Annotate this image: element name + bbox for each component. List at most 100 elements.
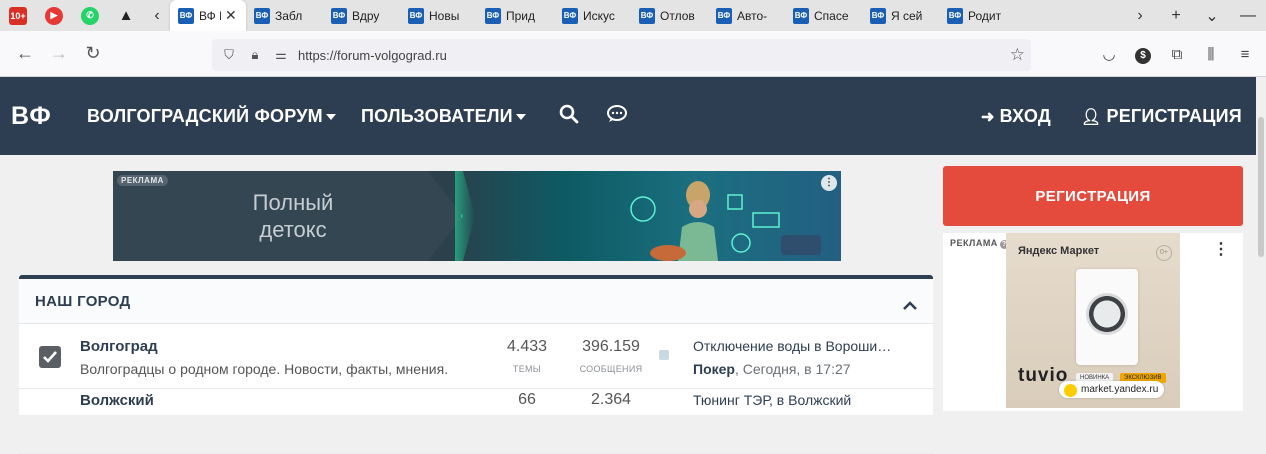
ad-source-link[interactable]: market.yandex.ru [1059, 381, 1165, 398]
pocket-icon[interactable]: ◡ [1092, 45, 1126, 63]
section-header[interactable]: НАШ ГОРОД [19, 279, 933, 324]
site-permissions-icon[interactable]: ⚌ [268, 47, 294, 63]
nav-users[interactable]: ПОЛЬЗОВАТЕЛИ [361, 106, 526, 127]
pinned-tab-whatsapp[interactable]: ✆ [72, 0, 108, 31]
page-scrollbar[interactable] [1256, 77, 1266, 411]
sidebar-ad[interactable]: РЕКЛАМА? Яндекс Маркет 0+ tuvio НОВИНКА … [943, 233, 1243, 411]
age-rating: 0+ [1156, 245, 1172, 261]
tab-title: Забл [275, 8, 303, 23]
tab[interactable]: ВФ Вдру [323, 0, 400, 31]
address-bar[interactable]: ⛉ 🔒︎ ⚌ https://forum-volgograd.ru ☆ [212, 39, 1031, 71]
forum-favicon-icon: ВФ [178, 7, 194, 24]
tab[interactable]: ВФ Прид [477, 0, 554, 31]
last-post-link[interactable]: Тюнинг ТЭР, в Волжский [693, 392, 851, 408]
last-post-link[interactable]: Отключение воды в Вороши… [693, 338, 891, 354]
forum-favicon-icon: ВФ [254, 7, 270, 24]
messages-count: 396.159 [582, 338, 640, 355]
threads-label: ТЕМЫ [512, 364, 542, 374]
tab[interactable]: ВФ Отлов [631, 0, 708, 31]
site-logo[interactable]: ВФ [11, 102, 52, 131]
add-user-icon: 👤︎ [1081, 108, 1102, 126]
threads-count: 4.433 [507, 338, 548, 355]
ad-banner[interactable]: РЕКЛАМА Полный детокс ⋮ [113, 171, 841, 261]
login-label: ВХОД [999, 105, 1051, 126]
forum-description: Волгоградцы о родном городе. Новости, фа… [80, 361, 449, 377]
login-link[interactable]: ➜ ВХОД [981, 106, 1051, 127]
tab-list-chevron-down-icon[interactable]: ⌄ [1194, 6, 1230, 26]
chat-bubble-icon[interactable] [606, 104, 628, 129]
forum-favicon-icon: ВФ [870, 7, 886, 24]
tab-title: Родит [968, 8, 1002, 23]
forum-title-link[interactable]: Волгоград [80, 338, 158, 355]
new-tab-icon[interactable]: + [1158, 7, 1194, 25]
toolbar-extensions: ◡ $ ⧉ ⫼ ≡ [1092, 31, 1262, 77]
ad-edge-glow [455, 171, 475, 261]
extensions-puzzle-icon[interactable]: ⧉ [1160, 46, 1194, 63]
login-icon: ➜ [981, 108, 995, 126]
tab[interactable]: ВФ Авто- [708, 0, 785, 31]
nav-volgograd-forum[interactable]: ВОЛГОГРАДСКИЙ ФОРУМ [87, 106, 336, 127]
tab-active[interactable]: ВФ ВФ Вол ✕ [170, 0, 246, 31]
play-icon: ▶ [45, 6, 63, 25]
back-arrow-icon[interactable]: ← [8, 43, 42, 64]
forum-favicon-icon: ВФ [639, 7, 655, 24]
forum-favicon-icon: ВФ [562, 7, 578, 24]
warning-icon: ▲ [118, 7, 134, 24]
tab-title: Искус [583, 8, 615, 23]
forum-row-volgograd[interactable]: Волгоград Волгоградцы о родном городе. Н… [19, 324, 933, 389]
register-label: РЕГИСТРАЦИЯ [1106, 105, 1242, 126]
forum-row-volzhsky[interactable]: Волжский 66 2.364 Тюнинг ТЭР, в Волжский [19, 389, 933, 454]
forum-title-link[interactable]: Волжский [80, 392, 154, 409]
forward-arrow-icon[interactable]: → [42, 43, 76, 64]
url-text[interactable]: https://forum-volgograd.ru [298, 48, 447, 63]
library-icon[interactable]: ⫼ [1194, 46, 1228, 63]
tab-title: Спасе [814, 8, 849, 23]
minimize-window-icon[interactable]: — [1230, 7, 1266, 25]
pinned-tab-warning[interactable]: ▲ [108, 0, 144, 31]
tab[interactable]: ВФ Забл [246, 0, 323, 31]
scrollbar-thumb[interactable] [1258, 117, 1264, 257]
washing-machine-image [1076, 269, 1138, 365]
tabs-scroll-left-icon[interactable]: ‹ [144, 7, 170, 25]
tab[interactable]: ВФ Искус [554, 0, 631, 31]
ad-options-kebab-icon[interactable]: ⋮ [1213, 239, 1229, 259]
sidebar-ad-label-text: РЕКЛАМА [950, 238, 998, 248]
ad-headline-line1: Полный [252, 190, 334, 215]
messages-label: СООБЩЕНИЯ [579, 364, 643, 374]
pinned-tab-gmail[interactable]: 10+ [0, 0, 36, 31]
pinned-tab-youtube-music[interactable]: ▶ [36, 0, 72, 31]
tab[interactable]: ВФ Я сей [862, 0, 939, 31]
lock-icon[interactable]: 🔒︎ [242, 47, 268, 63]
ad-options-kebab-icon[interactable]: ⋮ [821, 175, 837, 191]
reload-icon[interactable]: ↻ [76, 43, 110, 64]
shield-icon[interactable]: ⛉ [216, 47, 242, 63]
whatsapp-icon: ✆ [81, 6, 99, 25]
tab-title: ВФ Вол [199, 8, 221, 23]
forum-favicon-icon: ВФ [408, 7, 424, 24]
extension-dollar-icon[interactable]: $ [1126, 45, 1160, 64]
tab[interactable]: ВФ Новы [400, 0, 477, 31]
browser-tab-strip: 10+ ▶ ✆ ▲ ‹ ВФ ВФ Вол ✕ ВФ Забл ВФ Вдру ВФ… [0, 0, 1266, 31]
ad-label: РЕКЛАМА [117, 175, 168, 186]
sidebar-register-button[interactable]: РЕГИСТРАЦИЯ [943, 166, 1243, 226]
bookmark-star-icon[interactable]: ☆ [1010, 45, 1025, 65]
rss-icon[interactable] [659, 350, 669, 360]
menu-hamburger-icon[interactable]: ≡ [1228, 46, 1262, 63]
last-post-meta: Покер, Сегодня, в 17:27 [693, 361, 851, 377]
tabs-scroll-right-icon[interactable]: › [1122, 7, 1158, 25]
tab-title: Прид [506, 8, 536, 23]
threads-count: 66 [518, 391, 536, 408]
tab[interactable]: ВФ Спасе [785, 0, 862, 31]
sidebar-ad-label: РЕКЛАМА? [950, 238, 1009, 249]
forum-favicon-icon: ВФ [485, 7, 501, 24]
tab-title: Я сей [891, 8, 923, 23]
tab[interactable]: ВФ Родит [939, 0, 1016, 31]
chevron-up-icon[interactable] [903, 297, 917, 314]
last-post-user[interactable]: Покер [693, 361, 735, 377]
search-icon[interactable] [559, 104, 579, 129]
forum-favicon-icon: ВФ [947, 7, 963, 24]
close-tab-icon[interactable]: ✕ [225, 7, 237, 24]
register-link[interactable]: 👤︎ РЕГИСТРАЦИЯ [1081, 106, 1242, 127]
forum-section: НАШ ГОРОД Волгоград Волгоградцы о родном… [19, 275, 933, 454]
gmail-icon: 10+ [9, 6, 27, 25]
